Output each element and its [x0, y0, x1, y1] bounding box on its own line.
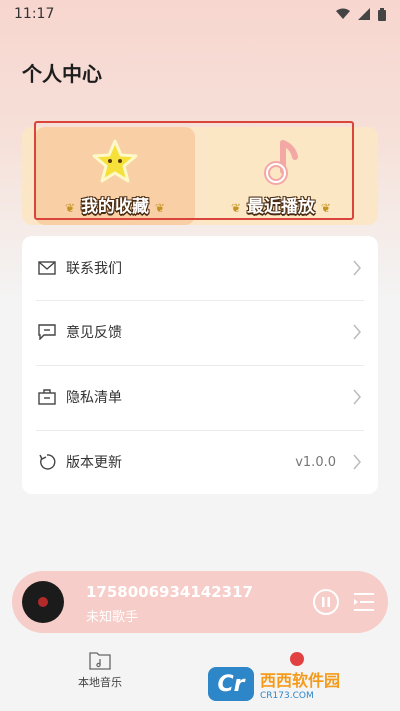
- wheat-left-icon: ❦: [65, 201, 76, 215]
- track-title: 1758006934142317: [86, 583, 253, 601]
- chevron-right-icon: [353, 389, 361, 405]
- tab-local-music[interactable]: 本地音乐: [50, 650, 150, 690]
- favorites-card[interactable]: ❦ 我的收藏 ❦: [35, 127, 195, 225]
- pause-button[interactable]: [313, 589, 339, 615]
- menu-item-contact[interactable]: 联系我们: [22, 236, 378, 300]
- chevron-right-icon: [353, 324, 361, 340]
- page-title: 个人中心: [22, 62, 102, 86]
- chevron-right-icon: [353, 260, 361, 276]
- tab-label-local-music: 本地音乐: [78, 676, 122, 689]
- status-time: 11:17: [14, 6, 55, 22]
- playlist-icon[interactable]: [352, 591, 376, 613]
- status-bar: 11:17: [0, 0, 400, 28]
- pause-icon: [322, 597, 330, 607]
- settings-menu: 联系我们 意见反馈 隐私清单 版本更新 v1.0.0: [22, 236, 378, 494]
- briefcase-icon: [36, 386, 58, 408]
- shortcut-cards: ❦ 我的收藏 ❦ ❦ 最近播放 ❦: [22, 127, 378, 225]
- wheat-left-icon: ❦: [231, 201, 242, 215]
- wheat-right-icon: ❦: [320, 201, 331, 215]
- mini-player[interactable]: 1758006934142317 未知歌手: [12, 571, 388, 633]
- track-artist: 未知歌手: [86, 610, 139, 625]
- favorites-label: 我的收藏: [81, 197, 149, 217]
- watermark-brand: 西西软件园: [260, 671, 341, 690]
- wheat-right-icon: ❦: [154, 201, 165, 215]
- battery-icon: [378, 7, 386, 21]
- favorites-label-row: ❦ 我的收藏 ❦: [35, 192, 195, 217]
- recent-card[interactable]: ❦ 最近播放 ❦: [207, 127, 355, 225]
- menu-item-feedback[interactable]: 意见反馈: [22, 300, 378, 364]
- music-note-icon: [264, 140, 298, 185]
- watermark: Cr 西西软件园 CR173.COM: [208, 664, 384, 704]
- wifi-icon: [336, 8, 350, 19]
- folder-music-icon: [89, 652, 111, 670]
- signal-icon: [358, 8, 370, 20]
- refresh-icon: [36, 451, 58, 473]
- album-disc: [22, 581, 64, 623]
- chevron-right-icon: [353, 454, 361, 470]
- menu-item-privacy[interactable]: 隐私清单: [22, 365, 378, 429]
- mail-icon: [36, 257, 58, 279]
- watermark-logo: Cr: [208, 667, 254, 701]
- menu-label-feedback: 意见反馈: [66, 325, 122, 341]
- status-icons: [336, 7, 386, 21]
- menu-item-update[interactable]: 版本更新 v1.0.0: [22, 430, 378, 494]
- version-value: v1.0.0: [295, 454, 336, 470]
- star-icon: [92, 139, 138, 183]
- chat-icon: [36, 321, 58, 343]
- recent-label-row: ❦ 最近播放 ❦: [207, 192, 355, 217]
- menu-label-update: 版本更新: [66, 455, 122, 471]
- recent-label: 最近播放: [247, 197, 315, 217]
- menu-label-privacy: 隐私清单: [66, 390, 122, 406]
- watermark-domain: CR173.COM: [260, 691, 314, 701]
- menu-label-contact: 联系我们: [66, 261, 122, 277]
